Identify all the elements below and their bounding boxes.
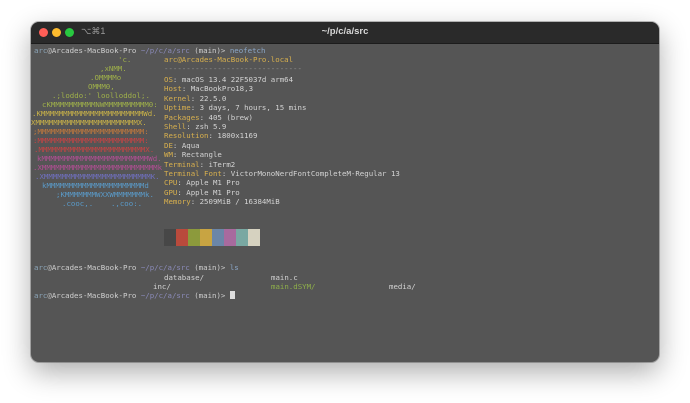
sysinfo-key: Terminal Font [164, 169, 222, 178]
sysinfo-row: Packages: 405 (brew) [164, 112, 254, 122]
sysinfo-row: Resolution: 1800x1169 [164, 131, 258, 141]
ls-item-main-c: main.c [271, 273, 298, 282]
sysinfo-row: Terminal: iTerm2 [164, 159, 236, 169]
logo-line: .cooc,. .,coo:. [62, 199, 143, 208]
color-palette [164, 229, 260, 246]
prompt-path: ~/p/c/a/src [140, 46, 190, 55]
text-cursor [229, 291, 235, 299]
sysinfo-value: iTerm2 [208, 159, 236, 169]
logo-line: .XMMMMMMMMMMMMMMMMMMMMMMMMMMk [33, 163, 163, 172]
logo-line: .;loddo:' loolloddol;. [52, 91, 150, 100]
sysinfo-row: Memory: 2509MiB / 16384MiB [164, 197, 280, 207]
color-swatch [248, 229, 260, 246]
sysinfo-row: GPU: Apple M1 Pro [164, 187, 240, 197]
sysinfo-key: Packages [164, 112, 200, 122]
sysinfo-value: 2509MiB / 16384MiB [199, 197, 280, 207]
window-title: ~/p/c/a/src [321, 26, 369, 37]
sysinfo-key: CPU [164, 178, 178, 188]
sysinfo-header: arc@Arcades-MacBook-Pro.local [164, 55, 294, 64]
color-swatch [224, 229, 236, 246]
sysinfo-row: Terminal Font: VictorMonoNerdFontComplet… [164, 169, 400, 178]
sysinfo-value: Apple M1 Pro [186, 178, 240, 188]
sysinfo-row: Shell: zsh 5.9 [164, 122, 227, 131]
command-text: neofetch [229, 46, 266, 55]
color-swatch [164, 229, 176, 246]
prompt-line: arc@Arcades-MacBook-Pro ~/p/c/a/src (mai… [34, 291, 235, 300]
title-bar: ⌥⌘1 ~/p/c/a/src [31, 22, 659, 44]
prompt-user: arc [34, 46, 48, 55]
logo-line: cKMMMMMMMMMMNWMMMMMMMMMM0: [42, 100, 158, 109]
sysinfo-key: Host [164, 84, 182, 94]
sysinfo-value: MacBookPro18,3 [190, 84, 254, 94]
logo-line: .XMMMMMMMMMMMMMMMMMMMMMMMMK. [35, 172, 160, 181]
color-swatch [200, 229, 212, 246]
sysinfo-separator: ------------------------------- [164, 64, 302, 73]
sysinfo-value: macOS 13.4 22F5037d arm64 [181, 75, 294, 84]
logo-line: :MMMMMMMMMMMMMMMMMMMMMMMM: [33, 136, 149, 145]
sysinfo-row: Uptime: 3 days, 7 hours, 15 mins [164, 103, 307, 113]
command-text: ls [229, 263, 239, 272]
logo-line: .OMMMMo [90, 73, 122, 82]
sysinfo-row: OS: macOS 13.4 22F5037d arm64 [164, 75, 294, 84]
sysinfo-row: DE: Aqua [164, 140, 200, 150]
color-swatch [176, 229, 188, 246]
prompt-line: arc@Arcades-MacBook-Pro ~/p/c/a/src (mai… [34, 46, 266, 55]
logo-line: XMMMMMMMMMMMMMMMMMMMMMMMX. [31, 118, 147, 127]
sysinfo-key: Memory [164, 197, 191, 207]
logo-line: ,xNMM. [100, 64, 127, 73]
logo-line: .KMMMMMMMMMMMMMMMMMMMMMMMWd. [32, 109, 157, 118]
sysinfo-row: Host: MacBookPro18,3 [164, 84, 254, 94]
sysinfo-key: Terminal [164, 159, 200, 169]
sysinfo-value: zsh 5.9 [195, 122, 227, 131]
sysinfo-key: DE [164, 140, 173, 150]
sysinfo-value: VictorMonoNerdFontCompleteM-Regular 13 [230, 169, 400, 178]
prompt-line: arc@Arcades-MacBook-Pro ~/p/c/a/src (mai… [34, 263, 239, 272]
logo-line: ;MMMMMMMMMMMMMMMMMMMMMMMM: [33, 127, 149, 136]
sysinfo-key: Uptime [164, 103, 191, 113]
logo-line: ;KMMMMMMMWXXWMMMMMMMk. [56, 190, 154, 199]
sysinfo-value: Rectangle [181, 150, 222, 160]
ls-item-inc: inc/ [153, 282, 171, 291]
sysinfo-key: OS [164, 75, 173, 84]
logo-line: 'c. [118, 55, 132, 64]
color-swatch [236, 229, 248, 246]
ls-item-main-dsym: main.dSYM/ [271, 282, 316, 291]
ls-item-database: database/ [164, 273, 205, 282]
logo-line: kMMMMMMMMMMMMMMMMMMMMMMd [42, 181, 149, 190]
color-swatch [188, 229, 200, 246]
terminal-window: ⌥⌘1 ~/p/c/a/src arc@Arcades-MacBook-Pro … [31, 22, 659, 362]
sysinfo-key: Resolution [164, 131, 209, 141]
sysinfo-key: Shell [164, 122, 187, 131]
prompt-host: Arcades-MacBook-Pro [51, 46, 137, 55]
prompt-branch: (main)> [194, 46, 226, 55]
sysinfo-value: 1800x1169 [217, 131, 258, 141]
sysinfo-key: WM [164, 150, 173, 160]
sysinfo-row: Kernel: 22.5.0 [164, 93, 227, 103]
ls-item-media: media/ [389, 282, 416, 291]
logo-line: kMMMMMMMMMMMMMMMMMMMMMMMMWd. [37, 154, 162, 163]
logo-line: OMMM0, [88, 82, 115, 91]
sysinfo-value: Apple M1 Pro [186, 187, 240, 197]
sysinfo-key: Kernel [164, 93, 191, 103]
sysinfo-value: 405 (brew) [208, 112, 254, 122]
sysinfo-value: 22.5.0 [199, 93, 227, 103]
terminal-output[interactable]: arc@Arcades-MacBook-Pro ~/p/c/a/src (mai… [31, 44, 659, 362]
sysinfo-row: WM: Rectangle [164, 150, 222, 160]
sysinfo-key: GPU [164, 187, 178, 197]
sysinfo-row: CPU: Apple M1 Pro [164, 178, 240, 188]
color-swatch [212, 229, 224, 246]
logo-line: .MMMMMMMMMMMMMMMMMMMMMMMMX. [34, 145, 155, 154]
sysinfo-value: 3 days, 7 hours, 15 mins [199, 103, 307, 113]
sysinfo-value: Aqua [181, 140, 200, 150]
